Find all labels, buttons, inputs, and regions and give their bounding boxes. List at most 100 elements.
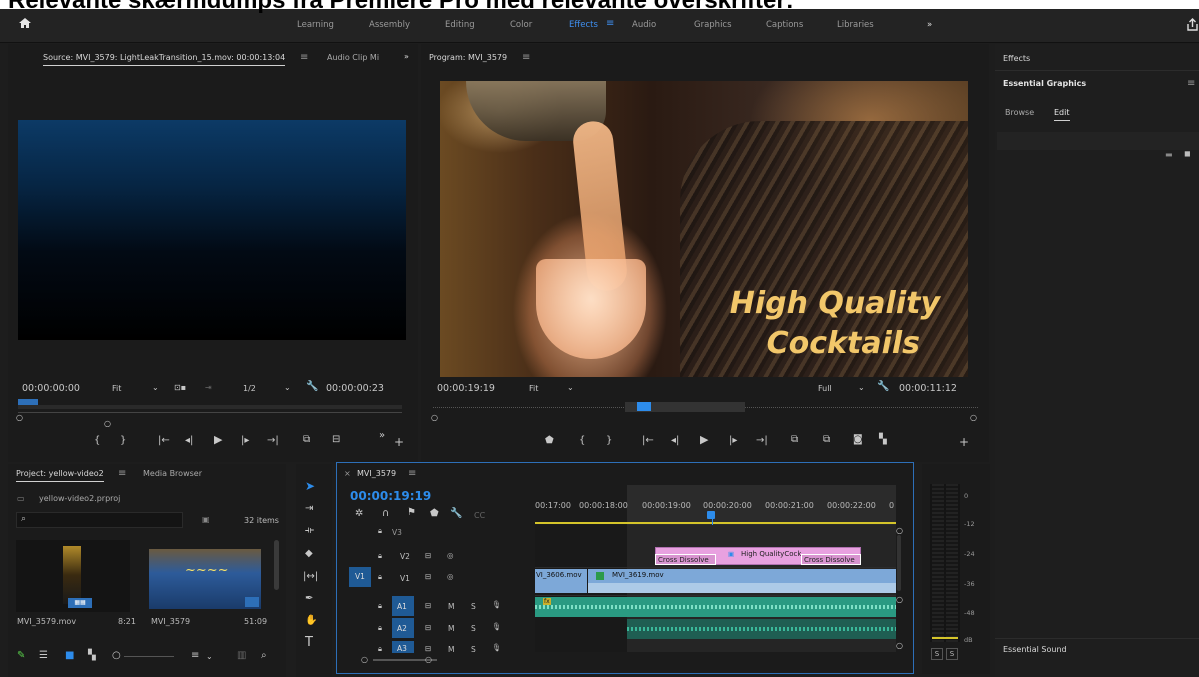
source-fit-select[interactable]: Fit <box>112 384 121 394</box>
program-step-forward-icon[interactable]: |▸ <box>729 436 737 446</box>
project-thumbnail-1[interactable]: ▦▦ <box>16 540 130 612</box>
program-play-icon[interactable]: ▶ <box>700 434 708 445</box>
program-playhead[interactable] <box>637 402 651 411</box>
mark-out-icon[interactable]: } <box>120 436 126 446</box>
program-scrubber[interactable] <box>433 402 978 414</box>
track-target-a1[interactable]: A1 <box>392 596 414 616</box>
program-add-button[interactable]: + <box>959 436 969 448</box>
track-target-a2[interactable]: A2 <box>392 618 414 638</box>
cross-dissolve-transition[interactable]: Cross Dissolve <box>801 554 861 565</box>
program-zoom-start-handle[interactable]: ○ <box>431 413 438 423</box>
automate-to-sequence-icon[interactable]: ▥ <box>237 651 246 661</box>
audio-clip-mixer-tab[interactable]: Audio Clip Mi <box>327 53 379 62</box>
eye-icon[interactable]: ◎ <box>447 551 454 560</box>
timeline-playhead-handle[interactable] <box>707 511 715 519</box>
workspace-effects[interactable]: Effects <box>569 20 598 30</box>
captions-icon[interactable]: CC <box>474 511 485 521</box>
voiceover-mic-icon[interactable]: 🎙︎ <box>492 622 502 631</box>
audio-clip[interactable] <box>627 619 896 639</box>
sort-icon[interactable]: ≡ <box>191 651 199 661</box>
source-timecode[interactable]: 00:00:00:00 <box>22 384 80 394</box>
scroll-end-handle[interactable]: ○ <box>425 655 432 664</box>
program-go-to-in-icon[interactable]: |← <box>642 436 654 446</box>
timeline-menu-icon[interactable]: ≡ <box>408 468 416 479</box>
ripple-edit-tool-icon[interactable]: ⟛ <box>305 526 314 536</box>
workspace-editing[interactable]: Editing <box>445 20 475 30</box>
mute-button[interactable]: M <box>448 645 454 654</box>
icon-view-icon[interactable]: ■ <box>65 651 74 661</box>
program-step-back-icon[interactable]: ◂| <box>671 436 679 446</box>
project-scrollbar[interactable] <box>274 540 279 590</box>
source-settings-wrench-icon[interactable]: 🔧 <box>306 382 318 392</box>
type-tool-icon[interactable]: T <box>305 636 313 649</box>
program-mark-in-icon[interactable]: { <box>579 436 585 446</box>
timeline-ruler[interactable]: 00:17:00 00:00:18:00 00:00:19:00 00:00:2… <box>535 483 896 525</box>
lock-icon[interactable]: 🔒︎ <box>378 551 382 561</box>
lock-icon[interactable]: 🔒︎ <box>378 572 382 582</box>
sync-lock-icon[interactable]: ⊟ <box>425 601 431 610</box>
source-safe-margins-icon[interactable]: ⊡▪ <box>174 383 186 393</box>
program-quality-chevron-icon[interactable]: ⌄ <box>858 383 865 393</box>
essential-graphics-menu-icon[interactable]: ≡ <box>1187 78 1195 89</box>
timeline-vertical-scrollbar[interactable] <box>897 535 901 591</box>
track-area[interactable]: ▣ High QualityCock Cross Dissolve Cross … <box>535 525 896 652</box>
effects-panel-tab[interactable]: Effects <box>1003 54 1030 63</box>
write-protect-pencil-icon[interactable]: ✎ <box>17 651 25 661</box>
voiceover-mic-icon[interactable]: 🎙︎ <box>492 600 502 609</box>
lift-icon[interactable]: ⧉ <box>791 435 798 445</box>
new-bin-icon[interactable]: ▣ <box>202 515 210 524</box>
linked-selection-icon[interactable]: ⚑ <box>407 508 416 518</box>
find-icon[interactable]: ⌕ <box>261 651 267 661</box>
slip-tool-icon[interactable]: |↔| <box>303 572 318 582</box>
source-monitor-title[interactable]: Source: MVI_3579: LightLeakTransition_15… <box>43 53 286 66</box>
comparison-view-icon[interactable]: ▚ <box>879 435 887 445</box>
pen-tool-icon[interactable]: ✒ <box>305 594 313 604</box>
workspace-learning[interactable]: Learning <box>297 20 334 30</box>
solo-right-button[interactable]: S <box>946 648 958 660</box>
program-settings-wrench-icon[interactable]: 🔧 <box>877 382 889 392</box>
timeline-horizontal-scrollbar[interactable]: ○ ○ <box>351 655 896 664</box>
eye-icon[interactable]: ◎ <box>447 572 454 581</box>
sync-lock-icon[interactable]: ⊟ <box>425 623 431 632</box>
sequence-tab[interactable]: MVI_3579 <box>357 469 396 478</box>
freeform-view-icon[interactable]: ▚ <box>88 651 96 661</box>
project-panel-menu-icon[interactable]: ≡ <box>118 468 126 479</box>
track-target-a3[interactable]: A3 <box>392 641 414 653</box>
lock-icon[interactable]: 🔒︎ <box>378 623 382 633</box>
workspace-audio[interactable]: Audio <box>632 20 656 30</box>
list-view-icon[interactable]: ☰ <box>39 651 48 661</box>
go-to-in-icon[interactable]: |← <box>158 436 170 446</box>
razor-tool-icon[interactable]: ◆ <box>305 549 313 559</box>
snap-magnet-icon[interactable]: ∩ <box>382 509 389 519</box>
source-zoom-end-handle[interactable]: ○ <box>104 419 111 429</box>
program-panel-menu-icon[interactable]: ≡ <box>522 52 530 63</box>
add-marker-timeline-icon[interactable]: ⬟ <box>430 509 439 519</box>
step-back-icon[interactable]: ◂| <box>185 436 193 446</box>
lock-icon[interactable]: 🔒︎ <box>378 601 382 611</box>
more-workspaces-icon[interactable]: » <box>927 20 932 30</box>
source-resolution-chevron-icon[interactable]: ⌄ <box>284 383 291 393</box>
source-more-buttons-icon[interactable]: » <box>379 431 385 441</box>
workspace-graphics[interactable]: Graphics <box>694 20 732 30</box>
mark-in-icon[interactable]: { <box>94 436 100 446</box>
timeline-settings-wrench-icon[interactable]: 🔧 <box>450 509 462 519</box>
source-scrubber[interactable] <box>18 399 402 413</box>
workspace-captions[interactable]: Captions <box>766 20 803 30</box>
workspace-color[interactable]: Color <box>510 20 532 30</box>
source-zoom-start-handle[interactable]: ○ <box>16 413 23 423</box>
track-label-v2[interactable]: V2 <box>400 552 410 561</box>
scroll-start-handle[interactable]: ○ <box>361 655 368 664</box>
project-tab[interactable]: Project: yellow-video2 <box>16 469 104 482</box>
hand-tool-icon[interactable]: ✋ <box>305 616 317 626</box>
track-label-v1[interactable]: V1 <box>400 574 410 583</box>
source-fit-chevron-icon[interactable]: ⌄ <box>152 383 159 393</box>
overwrite-icon[interactable]: ⊟ <box>332 435 340 445</box>
solo-button[interactable]: S <box>471 624 476 633</box>
insert-icon[interactable]: ⧉ <box>303 435 310 445</box>
workspace-libraries[interactable]: Libraries <box>837 20 874 30</box>
zoom-slider-track[interactable] <box>124 656 174 657</box>
extract-icon[interactable]: ⧉ <box>823 435 830 445</box>
project-thumbnail-2[interactable]: ~~~~ <box>149 549 261 609</box>
sort-chevron-icon[interactable]: ⌄ <box>206 652 213 662</box>
home-icon[interactable] <box>18 16 32 30</box>
